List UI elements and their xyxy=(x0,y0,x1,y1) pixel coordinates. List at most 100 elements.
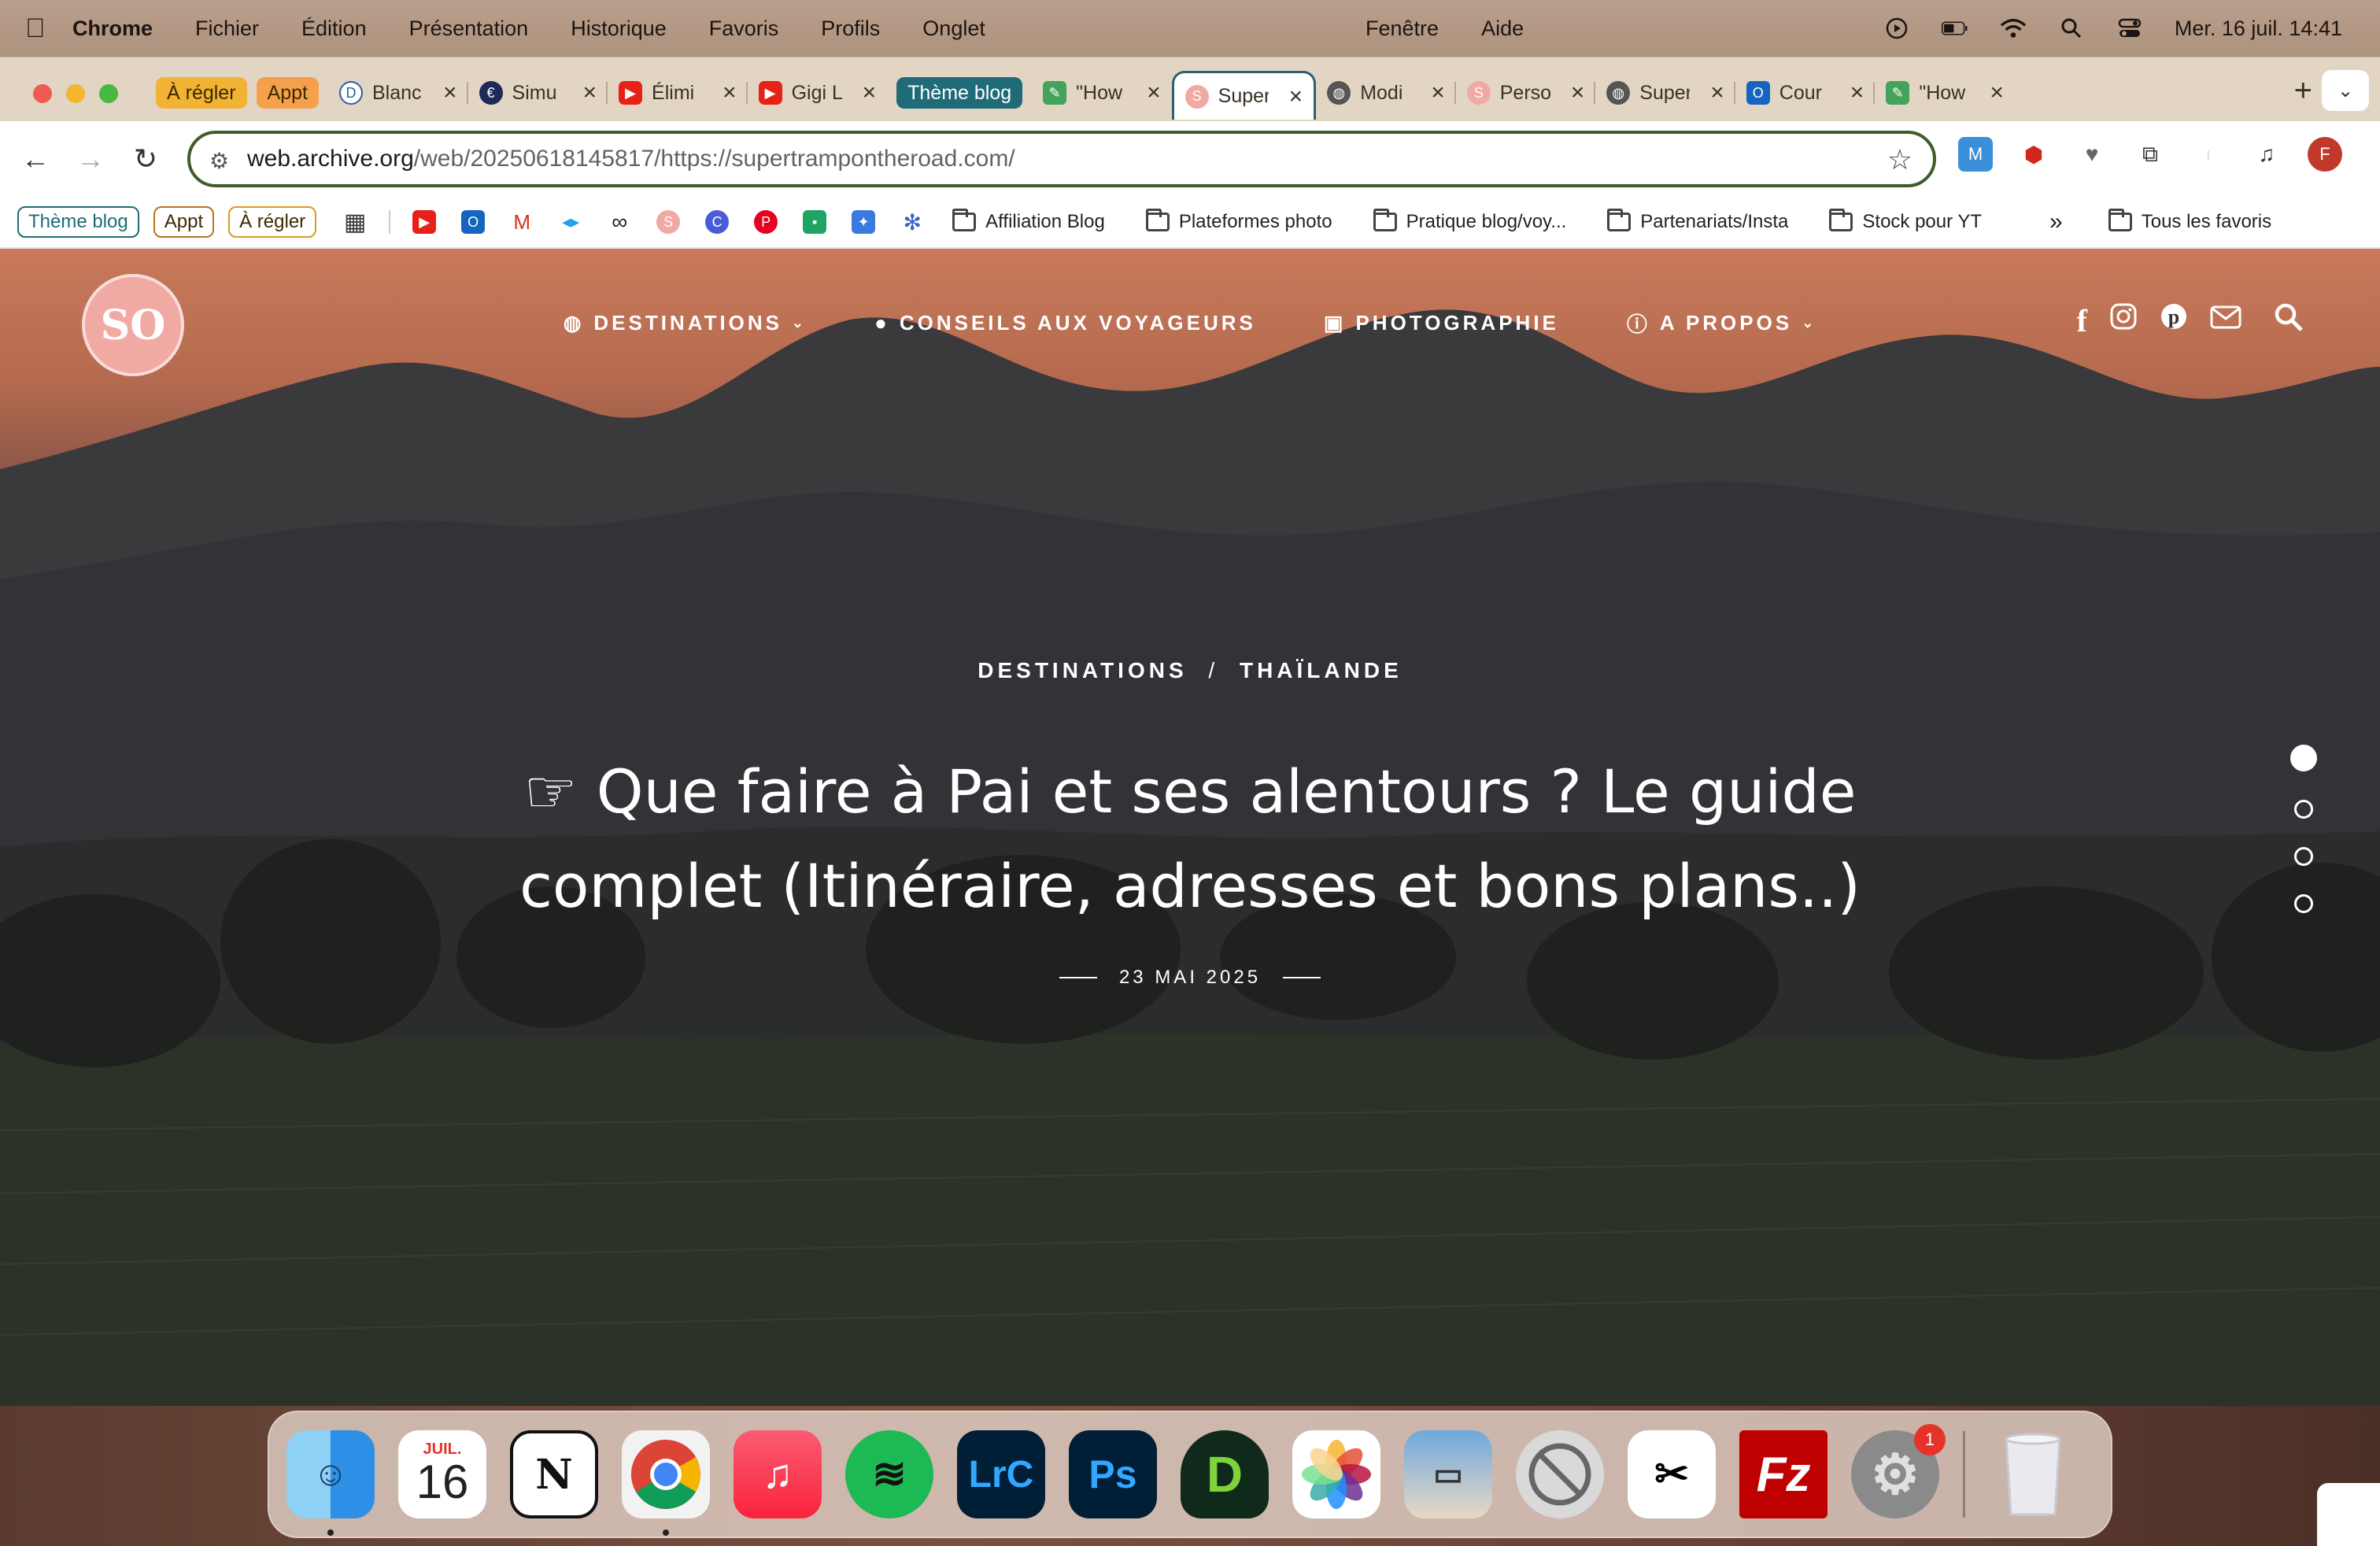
close-tab-icon[interactable]: × xyxy=(1147,80,1161,106)
close-tab-icon[interactable]: × xyxy=(1710,80,1724,106)
more-bookmarks-chevron-icon[interactable]: » xyxy=(2049,209,2063,235)
music-app-icon[interactable]: ♫ xyxy=(734,1430,822,1518)
snowflake-bookmark-icon[interactable]: ✻ xyxy=(900,210,924,235)
pinterest-bookmark-icon[interactable]: P xyxy=(754,210,778,234)
slider-dot-4[interactable] xyxy=(2294,894,2313,913)
tab-cour[interactable]: O Cour × xyxy=(1735,71,1876,115)
tab-super-active[interactable]: S Super × xyxy=(1171,71,1317,120)
close-tab-icon[interactable]: × xyxy=(583,80,597,106)
butterfly-bookmark-icon[interactable]: ✦ xyxy=(852,210,876,234)
menu-app-name[interactable]: Chrome xyxy=(72,17,153,41)
tab-super-2[interactable]: ◍ Super × xyxy=(1595,71,1735,115)
infinity-bookmark-icon[interactable]: ∞ xyxy=(608,209,631,234)
photoshop-app-icon[interactable]: Ps xyxy=(1069,1430,1157,1518)
tab-modi[interactable]: ◍ Modi × xyxy=(1316,71,1456,115)
close-tab-icon[interactable]: × xyxy=(863,80,877,106)
battery-icon[interactable] xyxy=(1941,17,1968,40)
tab-simu[interactable]: € Simu × xyxy=(468,71,608,115)
bookmark-pill-appt[interactable]: Appt xyxy=(153,206,215,238)
close-tab-icon[interactable]: × xyxy=(1289,83,1303,110)
dxo-app-icon[interactable]: D xyxy=(1181,1430,1269,1518)
tab-elimi[interactable]: ▶ Élimi × xyxy=(608,71,748,115)
tab-gigi[interactable]: ▶ Gigi L × xyxy=(748,71,888,115)
chrome-app-icon[interactable] xyxy=(622,1430,710,1536)
outlook-bookmark-icon[interactable]: O xyxy=(461,210,486,234)
gmail-bookmark-icon[interactable]: M xyxy=(510,210,534,234)
wifi-icon[interactable] xyxy=(2000,17,2027,40)
blog-bookmark-icon[interactable]: S xyxy=(656,210,681,234)
profile-avatar[interactable]: F xyxy=(2308,137,2342,172)
close-tab-icon[interactable]: × xyxy=(1571,80,1585,106)
menu-favoris[interactable]: Favoris xyxy=(709,17,779,41)
bookmark-folder-partenariats[interactable]: Partenariats/Insta xyxy=(1607,209,1788,233)
slider-dot-3[interactable] xyxy=(2294,847,2313,866)
tab-group-appt[interactable]: Appt xyxy=(256,77,319,109)
menu-historique[interactable]: Historique xyxy=(571,17,667,41)
tab-how-1[interactable]: ✎ "How × xyxy=(1032,71,1172,115)
tab-search-chevron-icon[interactable]: ⌄ xyxy=(2322,70,2369,111)
site-info-icon[interactable]: ⚙ xyxy=(209,148,229,174)
bookmark-pill-a-regler[interactable]: À régler xyxy=(228,206,317,238)
close-tab-icon[interactable]: × xyxy=(1431,80,1445,106)
nav-conseils[interactable]: ● CONSEILS AUX VOYAGEURS xyxy=(874,309,1256,338)
back-arrow-icon[interactable]: ← xyxy=(8,142,63,176)
apple-icon[interactable]:  xyxy=(25,13,72,44)
nav-a-propos[interactable]: ⓘ A PROPOS ⌄ xyxy=(1627,309,1816,338)
nav-destinations[interactable]: ◍ DESTINATIONS ⌄ xyxy=(564,309,807,338)
notion-app-icon[interactable]: N xyxy=(510,1430,598,1518)
mailtrack-extension-icon[interactable]: M xyxy=(1958,137,1993,172)
category-thailande-link[interactable]: THAÏLANDE xyxy=(1240,658,1402,682)
category-destinations-link[interactable]: DESTINATIONS xyxy=(978,658,1187,682)
pinterest-icon[interactable]: p xyxy=(2160,302,2188,339)
tab-how-2[interactable]: ✎ "How × xyxy=(1875,71,2015,115)
apps-grid-icon[interactable]: ▦ xyxy=(343,209,367,235)
post-title-link[interactable]: ☞ Que faire à Pai et ses alentours ? Le … xyxy=(482,745,1898,934)
bookmark-folder-affiliation[interactable]: Affiliation Blog xyxy=(952,209,1105,233)
instagram-icon[interactable] xyxy=(2109,302,2138,339)
menu-aide[interactable]: Aide xyxy=(1481,17,1524,41)
menu-presentation[interactable]: Présentation xyxy=(409,17,529,41)
tab-perso[interactable]: S Perso × xyxy=(1456,71,1596,115)
trash-icon[interactable] xyxy=(1989,1430,2077,1518)
site-search-icon[interactable] xyxy=(2273,299,2304,342)
code-bookmark-icon[interactable]: ◂▸ xyxy=(559,210,582,234)
menubar-datetime[interactable]: Mer. 16 juil. 14:41 xyxy=(2175,17,2342,41)
menu-onglet[interactable]: Onglet xyxy=(922,17,985,41)
menu-fichier[interactable]: Fichier xyxy=(195,17,259,41)
close-tab-icon[interactable]: × xyxy=(1850,80,1864,106)
address-bar[interactable]: ⚙ web.archive.org/web/20250618145817/htt… xyxy=(187,131,1936,187)
close-tab-icon[interactable]: × xyxy=(722,80,737,106)
zoom-window-button[interactable] xyxy=(99,84,118,103)
finder-app-icon[interactable]: ☺ xyxy=(286,1430,375,1536)
close-tab-icon[interactable]: × xyxy=(443,80,457,106)
adblock-extension-icon[interactable]: ⬢ xyxy=(2016,137,2051,172)
bookmark-pill-theme-blog[interactable]: Thème blog xyxy=(17,206,139,238)
facebook-icon[interactable]: f xyxy=(2077,302,2087,339)
play-circle-icon[interactable] xyxy=(1883,17,1910,40)
spotify-app-icon[interactable]: ≋ xyxy=(845,1430,933,1518)
forward-arrow-icon[interactable]: → xyxy=(63,142,118,176)
slider-dot-2[interactable] xyxy=(2294,800,2313,819)
lightroom-classic-app-icon[interactable]: LrC xyxy=(957,1430,1045,1518)
extensions-puzzle-icon[interactable]: ⧉ xyxy=(2133,137,2168,172)
calendar-app-icon[interactable]: JUIL. 16 xyxy=(398,1430,486,1518)
close-window-button[interactable] xyxy=(33,84,52,103)
notifier-extension-icon[interactable]: ♥ xyxy=(2075,137,2109,172)
new-tab-plus-icon[interactable]: + xyxy=(2294,73,2312,109)
preview-app-icon[interactable]: ▭ xyxy=(1404,1430,1492,1518)
menu-profils[interactable]: Profils xyxy=(821,17,880,41)
bookmark-folder-all[interactable]: Tous les favoris xyxy=(2108,209,2271,233)
filezilla-app-icon[interactable]: Fz xyxy=(1739,1430,1828,1518)
media-control-icon[interactable]: ♫ xyxy=(2249,137,2284,172)
canva-bookmark-icon[interactable]: C xyxy=(705,210,730,234)
bookmark-folder-plateformes[interactable]: Plateformes photo xyxy=(1145,209,1332,233)
bookmark-star-icon[interactable]: ☆ xyxy=(1887,143,1913,176)
slider-dot-1[interactable] xyxy=(2290,745,2317,771)
more-menu-icon[interactable]: ⋮ xyxy=(2366,137,2380,172)
tab-group-theme-blog[interactable]: Thème blog xyxy=(896,77,1023,109)
system-settings-app-icon[interactable]: ⚙ 1 xyxy=(1851,1424,1946,1518)
bookmark-folder-pratique[interactable]: Pratique blog/voy... xyxy=(1373,209,1566,233)
email-icon[interactable] xyxy=(2210,302,2241,339)
spotlight-search-icon[interactable] xyxy=(2058,17,2085,40)
capcut-app-icon[interactable]: ✂ xyxy=(1628,1430,1716,1518)
